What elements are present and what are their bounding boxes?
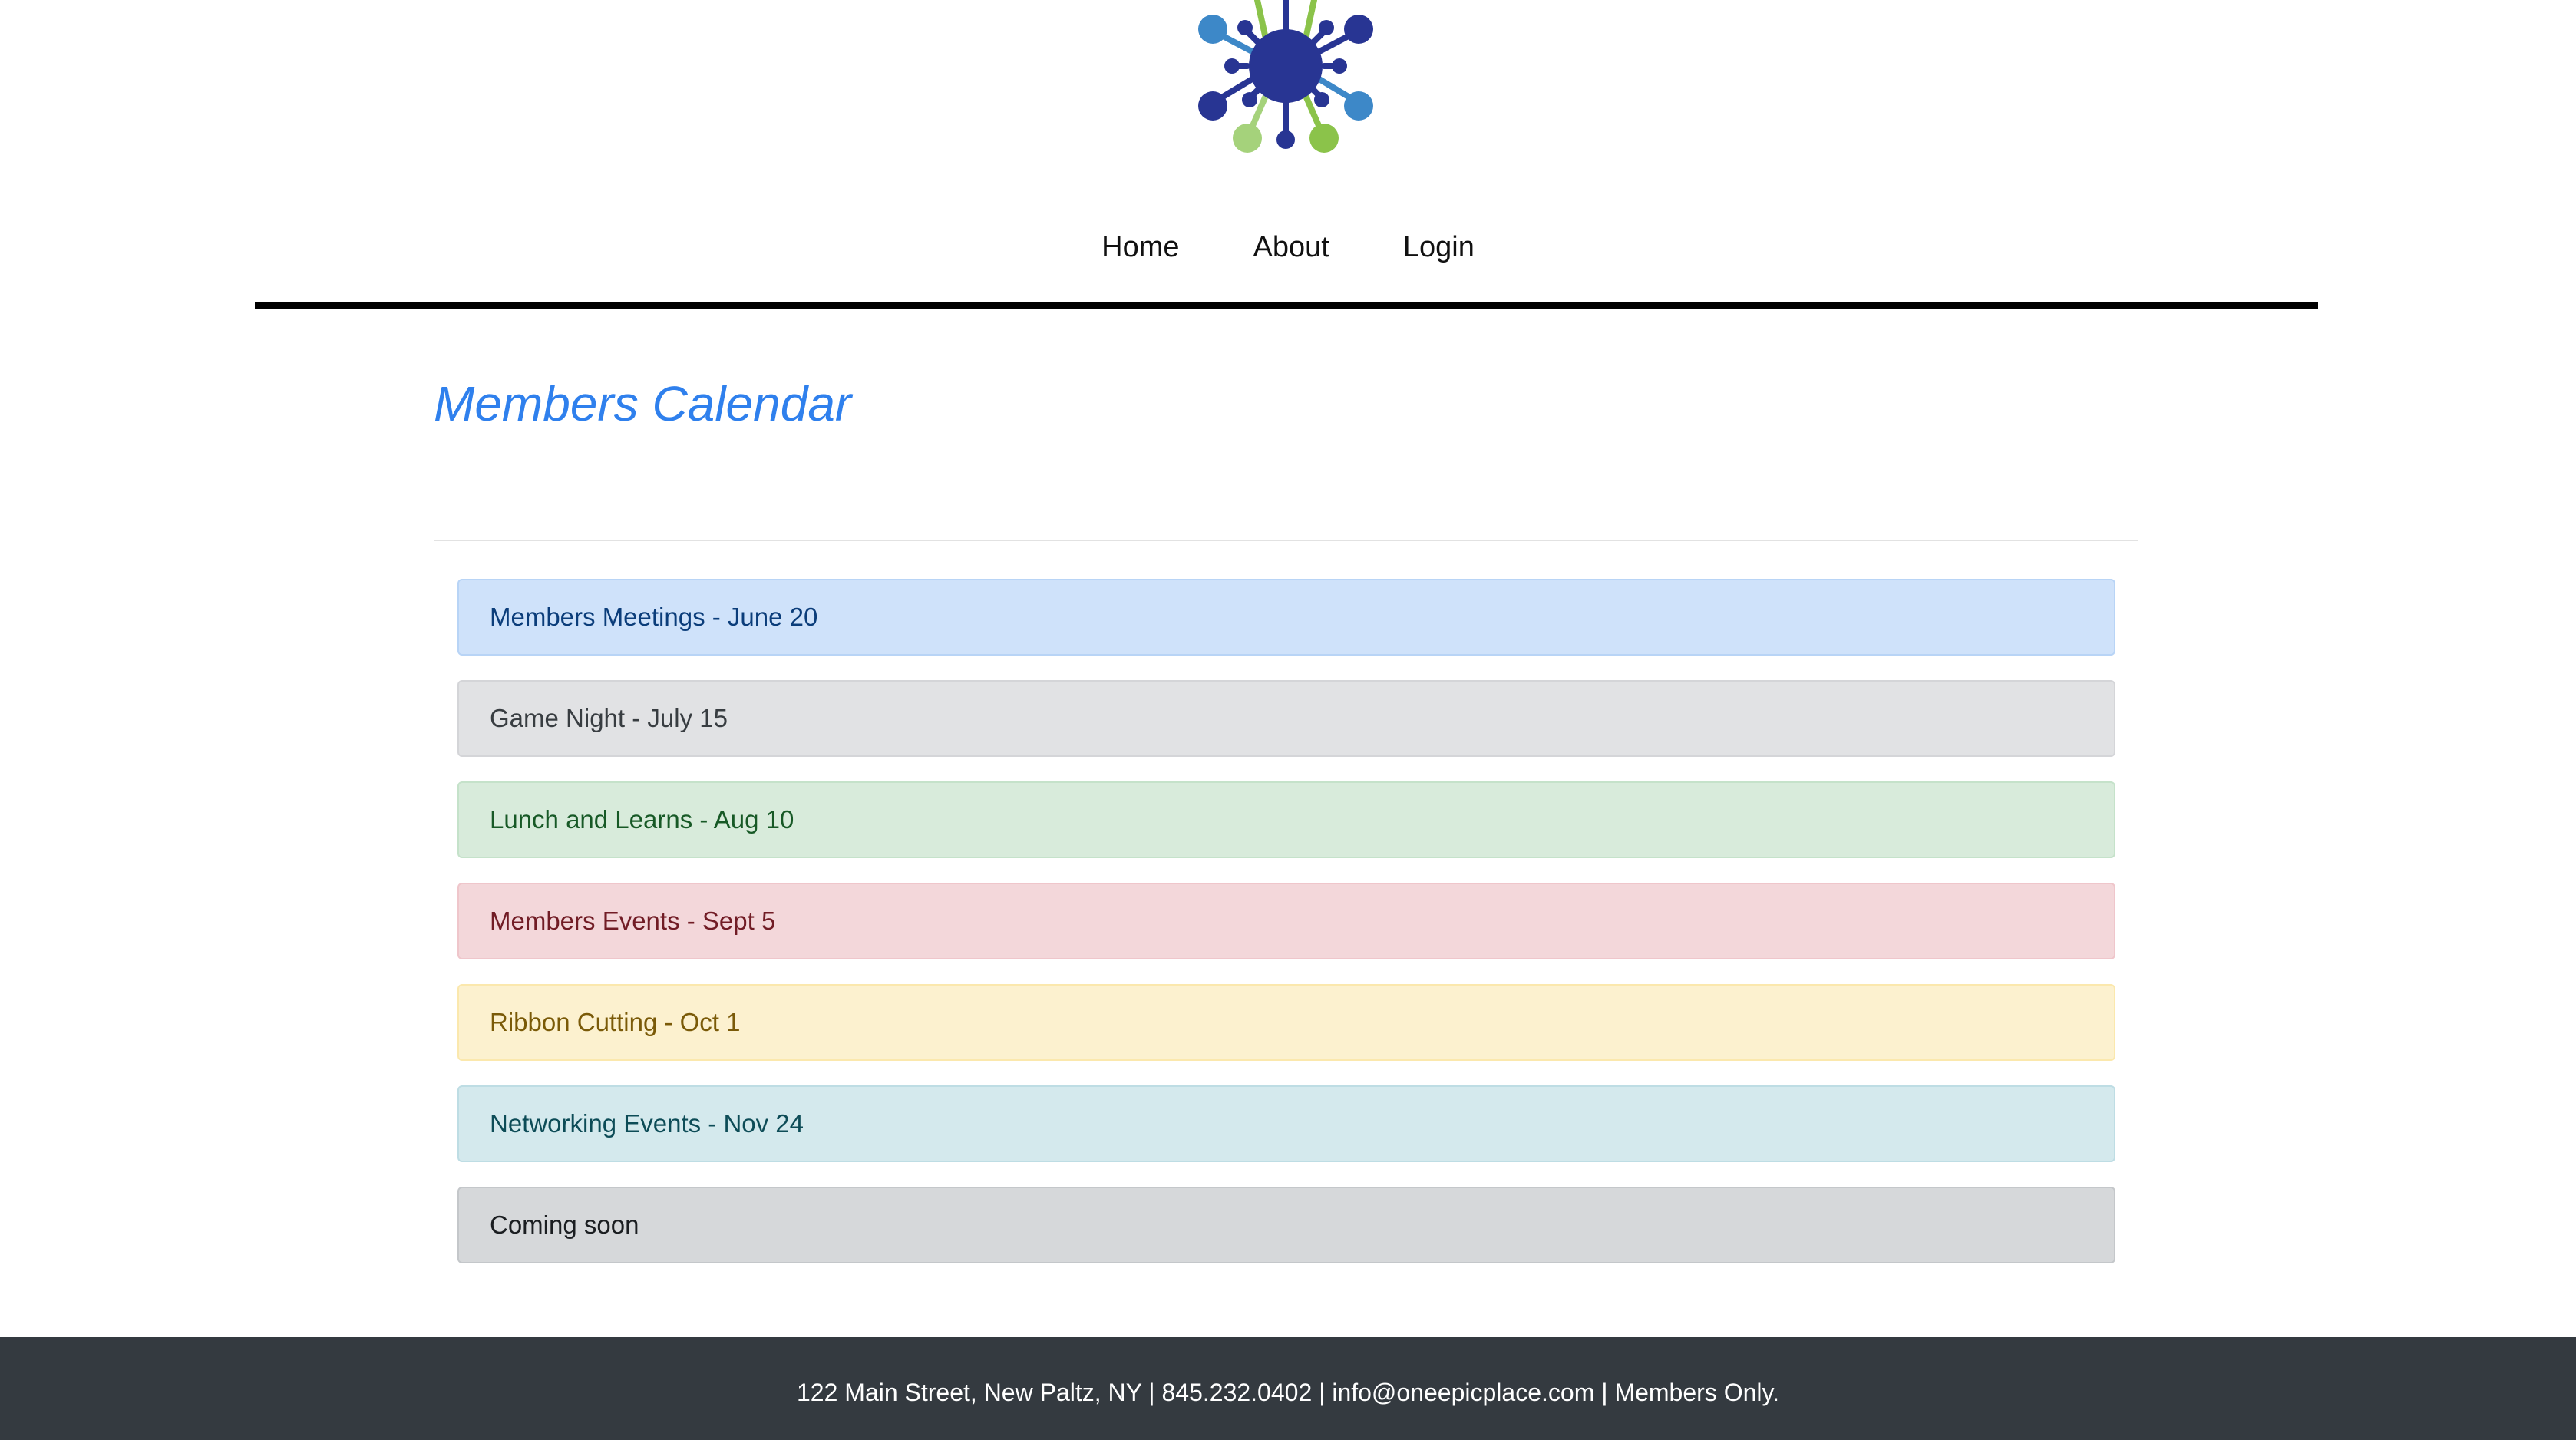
event-coming-soon[interactable]: Coming soon: [457, 1187, 2115, 1263]
content-divider: [434, 540, 2138, 541]
main-nav: Home About Login: [0, 227, 2576, 267]
nav-login-link[interactable]: Login: [1366, 227, 1511, 267]
event-members-events[interactable]: Members Events - Sept 5: [457, 883, 2115, 959]
event-game-night[interactable]: Game Night - July 15: [457, 680, 2115, 757]
page-title: Members Calendar: [434, 376, 852, 431]
event-list: Members Meetings - June 20 Game Night - …: [457, 579, 2115, 1288]
site-header: Home About Login: [0, 0, 2576, 311]
event-ribbon-cutting[interactable]: Ribbon Cutting - Oct 1: [457, 984, 2115, 1061]
event-members-meetings[interactable]: Members Meetings - June 20: [457, 579, 2115, 656]
nav-about-link[interactable]: About: [1217, 227, 1366, 267]
site-footer: 122 Main Street, New Paltz, NY | 845.232…: [0, 1337, 2576, 1440]
header-divider: [255, 302, 2318, 309]
nav-home-link[interactable]: Home: [1065, 227, 1216, 267]
footer-contact-text: 122 Main Street, New Paltz, NY | 845.232…: [797, 1379, 1779, 1406]
event-lunch-and-learns[interactable]: Lunch and Learns - Aug 10: [457, 781, 2115, 858]
event-networking-events[interactable]: Networking Events - Nov 24: [457, 1085, 2115, 1162]
network-hub-logo-icon[interactable]: [1167, 0, 1405, 184]
